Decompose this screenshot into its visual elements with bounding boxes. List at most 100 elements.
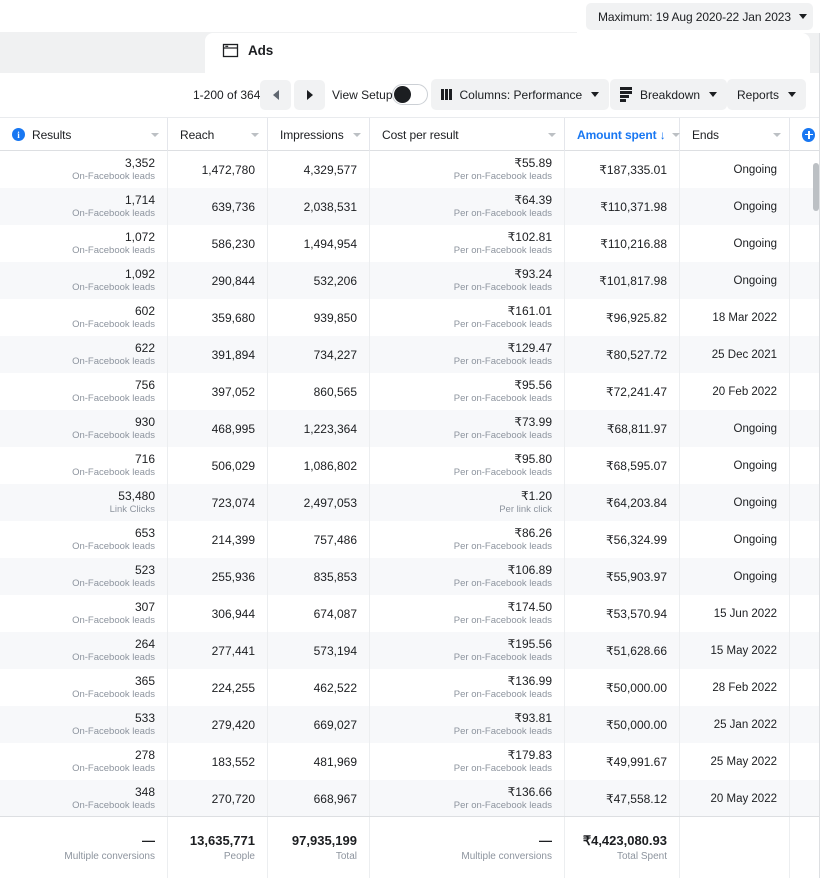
chevron-down-icon[interactable] (151, 132, 159, 137)
cell-results: 348 On-Facebook leads (0, 780, 168, 816)
cell-subtext: On-Facebook leads (72, 578, 155, 589)
chevron-down-icon[interactable] (251, 132, 259, 137)
breakdown-button-label: Breakdown (640, 87, 701, 102)
cell-value: 25 Dec 2021 (711, 348, 777, 361)
table-row[interactable]: 348 On-Facebook leads 270,720 668,967 ₹136.6… (0, 780, 823, 816)
cell-value: 18 Mar 2022 (712, 311, 777, 324)
cell-value: ₹129.47 (507, 341, 552, 355)
table-row[interactable]: 53,480 Link Clicks 723,074 2,497,053 ₹1.20 Pe… (0, 484, 823, 521)
tab-ads[interactable]: Ads (222, 42, 273, 59)
cell-spent: ₹72,241.47 (565, 373, 680, 410)
cell-reach: 506,029 (168, 447, 268, 484)
columns-button[interactable]: Columns: Performance (431, 79, 610, 110)
table-row[interactable]: 1,092 On-Facebook leads 290,844 532,206 ₹93.… (0, 262, 823, 299)
cell-value: ₹102.81 (507, 230, 552, 244)
cell-subtext: On-Facebook leads (72, 393, 155, 404)
cell-value: ₹51,628.66 (605, 643, 667, 658)
cell-value: ₹68,811.97 (606, 421, 667, 436)
column-header-cpr[interactable]: Cost per result (370, 118, 565, 151)
table-row[interactable]: 716 On-Facebook leads 506,029 1,086,802 ₹95.… (0, 447, 823, 484)
cell-impr: 860,565 (268, 373, 370, 410)
table-row[interactable]: 365 On-Facebook leads 224,255 462,522 ₹136.9… (0, 669, 823, 706)
top-bar: Maximum: 19 Aug 2020-22 Jan 2023 (0, 0, 823, 33)
cell-value: Ongoing (733, 422, 777, 435)
cell-value: ₹101,817.98 (599, 273, 667, 288)
summary-subtext: Multiple conversions (64, 850, 155, 862)
summary-cell-reach: 13,635,771 People (168, 817, 268, 878)
cell-reach: 639,736 (168, 188, 268, 225)
table-row[interactable]: 264 On-Facebook leads 277,441 573,194 ₹195.5… (0, 632, 823, 669)
cell-value: 602 (134, 304, 155, 318)
cell-value: 214,399 (211, 532, 255, 547)
column-header-ends[interactable]: Ends (680, 118, 790, 151)
cell-results: 653 On-Facebook leads (0, 521, 168, 558)
cell-cpr: ₹64.39 Per on-Facebook leads (370, 188, 565, 225)
cell-results: 523 On-Facebook leads (0, 558, 168, 595)
column-header-reach[interactable]: Reach (168, 118, 268, 151)
chevron-down-icon[interactable] (773, 132, 781, 137)
cell-ends: 18 Mar 2022 (680, 299, 790, 336)
cell-value: ₹110,216.88 (600, 236, 667, 251)
top-bar-left-strip (0, 0, 577, 33)
chevron-down-icon[interactable] (353, 132, 361, 137)
chevron-down-icon[interactable] (671, 132, 680, 137)
reports-button[interactable]: Reports (727, 79, 807, 110)
summary-cell-cpr: — Multiple conversions (370, 817, 565, 878)
table-row[interactable]: 307 On-Facebook leads 306,944 674,087 ₹174.5… (0, 595, 823, 632)
cell-subtext: On-Facebook leads (72, 615, 155, 626)
cell-reach: 306,944 (168, 595, 268, 632)
cell-reach: 183,552 (168, 743, 268, 780)
table-row[interactable]: 3,352 On-Facebook leads 1,472,780 4,329,577… (0, 151, 823, 188)
cell-subtext: On-Facebook leads (72, 689, 155, 700)
table-row[interactable]: 602 On-Facebook leads 359,680 939,850 ₹161.0… (0, 299, 823, 336)
cell-value: 835,853 (313, 569, 357, 584)
table-row[interactable]: 622 On-Facebook leads 391,894 734,227 ₹129.4… (0, 336, 823, 373)
cell-impr: 573,194 (268, 632, 370, 669)
table-row[interactable]: 278 On-Facebook leads 183,552 481,969 ₹179.8… (0, 743, 823, 780)
table-row[interactable]: 523 On-Facebook leads 255,936 835,853 ₹106.8… (0, 558, 823, 595)
cell-value: 307 (134, 600, 155, 614)
cell-subtext: On-Facebook leads (72, 467, 155, 478)
cell-cpr: ₹1.20 Per link click (370, 484, 565, 521)
cell-spent: ₹56,324.99 (565, 521, 680, 558)
cell-value: ₹93.81 (514, 711, 552, 725)
cell-value: 716 (134, 452, 155, 466)
cell-spent: ₹50,000.00 (565, 706, 680, 743)
cell-value: 306,944 (211, 606, 255, 621)
table-row[interactable]: 1,072 On-Facebook leads 586,230 1,494,954 ₹1… (0, 225, 823, 262)
chevron-down-icon (591, 92, 600, 97)
cell-value: Ongoing (733, 496, 777, 509)
cell-value: ₹73.99 (514, 415, 552, 429)
cell-value: ₹55.89 (514, 156, 552, 170)
cell-value: 15 May 2022 (710, 644, 778, 657)
chevron-down-icon[interactable] (548, 132, 556, 137)
cell-value: 669,027 (313, 717, 357, 732)
table-row[interactable]: 930 On-Facebook leads 468,995 1,223,364 ₹73.… (0, 410, 823, 447)
cell-value: 290,844 (211, 273, 255, 288)
cell-value: ₹95.80 (514, 452, 552, 466)
cell-value: 224,255 (211, 680, 255, 695)
cell-cpr: ₹195.56 Per on-Facebook leads (370, 632, 565, 669)
column-header-spent[interactable]: Amount spent ↓ (565, 118, 680, 151)
toolbar: 1-200 of 364 View Setup Columns: Perform… (0, 73, 823, 118)
cell-value: ₹55,903.97 (605, 569, 667, 584)
cell-ends: 25 May 2022 (680, 743, 790, 780)
table-row[interactable]: 1,714 On-Facebook leads 639,736 2,038,531 ₹6… (0, 188, 823, 225)
cell-value: ₹95.56 (514, 378, 552, 392)
pagination-next-button[interactable] (294, 80, 325, 110)
cell-value: 757,486 (313, 532, 357, 547)
cell-subtext: On-Facebook leads (72, 208, 155, 219)
table-row[interactable]: 653 On-Facebook leads 214,399 757,486 ₹86.26… (0, 521, 823, 558)
cell-results: 3,352 On-Facebook leads (0, 151, 168, 188)
pagination-prev-button[interactable] (260, 80, 291, 110)
table-row[interactable]: 756 On-Facebook leads 397,052 860,565 ₹95.56… (0, 373, 823, 410)
column-header-impr[interactable]: Impressions (268, 118, 370, 151)
cell-value: 25 May 2022 (710, 755, 778, 768)
table-row[interactable]: 533 On-Facebook leads 279,420 669,027 ₹93.81… (0, 706, 823, 743)
date-range-selector[interactable]: Maximum: 19 Aug 2020-22 Jan 2023 (586, 3, 813, 30)
view-setup-toggle[interactable] (392, 84, 428, 105)
column-header-results[interactable]: i Results (0, 118, 168, 151)
cell-value: 674,087 (313, 606, 357, 621)
breakdown-button[interactable]: Breakdown (610, 79, 728, 110)
cell-value: 53,480 (118, 489, 155, 503)
